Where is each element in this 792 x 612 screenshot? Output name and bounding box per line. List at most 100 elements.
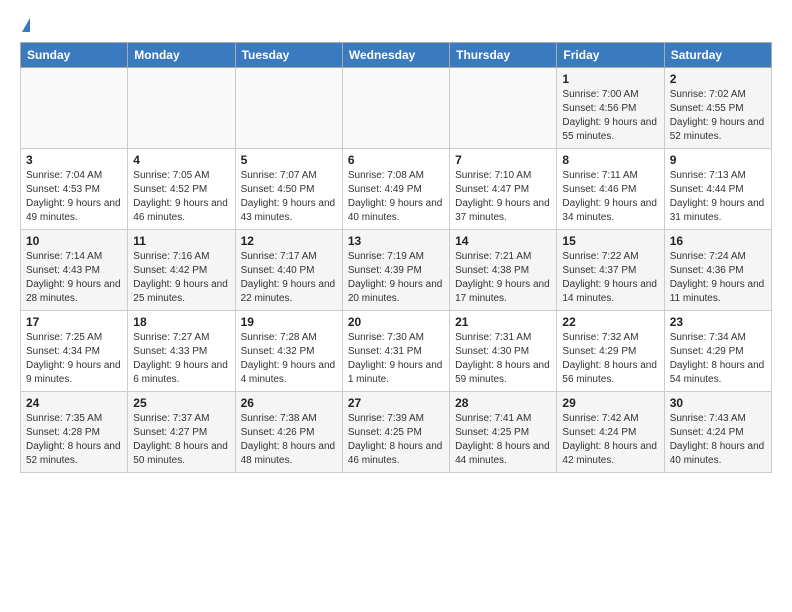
calendar-cell: 16 Sunrise: 7:24 AM Sunset: 4:36 PM Dayli… — [664, 230, 771, 311]
day-info: Sunrise: 7:10 AM Sunset: 4:47 PM Dayligh… — [455, 169, 551, 225]
day-info: Sunrise: 7:31 AM Sunset: 4:30 PM Dayligh… — [455, 331, 551, 387]
calendar-cell: 15 Sunrise: 7:22 AM Sunset: 4:37 PM Dayli… — [557, 230, 664, 311]
day-info: Sunrise: 7:14 AM Sunset: 4:43 PM Dayligh… — [26, 250, 122, 306]
calendar-week-row: 3Sunrise: 7:04 AM Sunset: 4:53 PM Daylig… — [21, 149, 772, 230]
calendar-cell: 6Sunrise: 7:08 AM Sunset: 4:49 PM Daylig… — [342, 149, 449, 230]
day-number: 24 — [26, 396, 122, 410]
calendar-cell: 19 Sunrise: 7:28 AM Sunset: 4:32 PM Dayli… — [235, 311, 342, 392]
day-info: Sunrise: 7:21 AM Sunset: 4:38 PM Dayligh… — [455, 250, 551, 306]
calendar-cell — [342, 68, 449, 149]
calendar-cell: 3Sunrise: 7:04 AM Sunset: 4:53 PM Daylig… — [21, 149, 128, 230]
calendar-cell — [21, 68, 128, 149]
calendar-cell: 8 Sunrise: 7:11 AM Sunset: 4:46 PM Daylig… — [557, 149, 664, 230]
day-number: 9 — [670, 153, 766, 167]
day-info: Sunrise: 7:43 AM Sunset: 4:24 PM Dayligh… — [670, 412, 766, 468]
header — [20, 20, 772, 32]
weekday-header: Wednesday — [342, 43, 449, 68]
day-number: 23 — [670, 315, 766, 329]
calendar-week-row: 17 Sunrise: 7:25 AM Sunset: 4:34 PM Dayli… — [21, 311, 772, 392]
day-number: 5 — [241, 153, 337, 167]
calendar-cell: 1 Sunrise: 7:00 AM Sunset: 4:56 PM Daylig… — [557, 68, 664, 149]
day-info: Sunrise: 7:13 AM Sunset: 4:44 PM Dayligh… — [670, 169, 766, 225]
calendar-cell: 11Sunrise: 7:16 AM Sunset: 4:42 PM Dayli… — [128, 230, 235, 311]
calendar-week-row: 10Sunrise: 7:14 AM Sunset: 4:43 PM Dayli… — [21, 230, 772, 311]
day-number: 25 — [133, 396, 229, 410]
calendar-cell: 22Sunrise: 7:32 AM Sunset: 4:29 PM Dayli… — [557, 311, 664, 392]
day-info: Sunrise: 7:25 AM Sunset: 4:34 PM Dayligh… — [26, 331, 122, 387]
calendar-cell: 21 Sunrise: 7:31 AM Sunset: 4:30 PM Dayli… — [450, 311, 557, 392]
calendar-cell: 10Sunrise: 7:14 AM Sunset: 4:43 PM Dayli… — [21, 230, 128, 311]
calendar-week-row: 24 Sunrise: 7:35 AM Sunset: 4:28 PM Dayli… — [21, 392, 772, 473]
weekday-header: Tuesday — [235, 43, 342, 68]
calendar-cell: 26 Sunrise: 7:38 AM Sunset: 4:26 PM Dayli… — [235, 392, 342, 473]
day-info: Sunrise: 7:41 AM Sunset: 4:25 PM Dayligh… — [455, 412, 551, 468]
calendar-cell: 27 Sunrise: 7:39 AM Sunset: 4:25 PM Dayli… — [342, 392, 449, 473]
weekday-header: Saturday — [664, 43, 771, 68]
day-info: Sunrise: 7:38 AM Sunset: 4:26 PM Dayligh… — [241, 412, 337, 468]
day-info: Sunrise: 7:34 AM Sunset: 4:29 PM Dayligh… — [670, 331, 766, 387]
weekday-header: Thursday — [450, 43, 557, 68]
calendar-cell: 2 Sunrise: 7:02 AM Sunset: 4:55 PM Daylig… — [664, 68, 771, 149]
calendar-cell — [128, 68, 235, 149]
day-info: Sunrise: 7:11 AM Sunset: 4:46 PM Dayligh… — [562, 169, 658, 225]
day-number: 7 — [455, 153, 551, 167]
calendar-cell: 18Sunrise: 7:27 AM Sunset: 4:33 PM Dayli… — [128, 311, 235, 392]
day-number: 12 — [241, 234, 337, 248]
day-number: 8 — [562, 153, 658, 167]
day-info: Sunrise: 7:28 AM Sunset: 4:32 PM Dayligh… — [241, 331, 337, 387]
day-info: Sunrise: 7:39 AM Sunset: 4:25 PM Dayligh… — [348, 412, 444, 468]
day-number: 16 — [670, 234, 766, 248]
day-info: Sunrise: 7:00 AM Sunset: 4:56 PM Dayligh… — [562, 88, 658, 144]
calendar-cell — [235, 68, 342, 149]
day-number: 6 — [348, 153, 444, 167]
calendar-cell: 30 Sunrise: 7:43 AM Sunset: 4:24 PM Dayli… — [664, 392, 771, 473]
day-info: Sunrise: 7:16 AM Sunset: 4:42 PM Dayligh… — [133, 250, 229, 306]
day-info: Sunrise: 7:24 AM Sunset: 4:36 PM Dayligh… — [670, 250, 766, 306]
day-number: 29 — [562, 396, 658, 410]
day-number: 17 — [26, 315, 122, 329]
day-number: 20 — [348, 315, 444, 329]
day-number: 30 — [670, 396, 766, 410]
day-info: Sunrise: 7:37 AM Sunset: 4:27 PM Dayligh… — [133, 412, 229, 468]
day-number: 21 — [455, 315, 551, 329]
day-number: 2 — [670, 72, 766, 86]
day-info: Sunrise: 7:42 AM Sunset: 4:24 PM Dayligh… — [562, 412, 658, 468]
calendar-cell: 28 Sunrise: 7:41 AM Sunset: 4:25 PM Dayli… — [450, 392, 557, 473]
day-info: Sunrise: 7:07 AM Sunset: 4:50 PM Dayligh… — [241, 169, 337, 225]
day-number: 4 — [133, 153, 229, 167]
day-number: 14 — [455, 234, 551, 248]
page: SundayMondayTuesdayWednesdayThursdayFrid… — [0, 0, 792, 483]
day-info: Sunrise: 7:22 AM Sunset: 4:37 PM Dayligh… — [562, 250, 658, 306]
calendar-cell: 23 Sunrise: 7:34 AM Sunset: 4:29 PM Dayli… — [664, 311, 771, 392]
day-info: Sunrise: 7:35 AM Sunset: 4:28 PM Dayligh… — [26, 412, 122, 468]
calendar-header-row: SundayMondayTuesdayWednesdayThursdayFrid… — [21, 43, 772, 68]
day-number: 22 — [562, 315, 658, 329]
calendar-cell: 7 Sunrise: 7:10 AM Sunset: 4:47 PM Daylig… — [450, 149, 557, 230]
calendar-cell — [450, 68, 557, 149]
calendar-cell: 14 Sunrise: 7:21 AM Sunset: 4:38 PM Dayli… — [450, 230, 557, 311]
calendar-cell: 12 Sunrise: 7:17 AM Sunset: 4:40 PM Dayli… — [235, 230, 342, 311]
calendar-cell: 13Sunrise: 7:19 AM Sunset: 4:39 PM Dayli… — [342, 230, 449, 311]
calendar-cell: 4Sunrise: 7:05 AM Sunset: 4:52 PM Daylig… — [128, 149, 235, 230]
calendar-table: SundayMondayTuesdayWednesdayThursdayFrid… — [20, 42, 772, 473]
day-number: 1 — [562, 72, 658, 86]
day-number: 19 — [241, 315, 337, 329]
calendar-cell: 25 Sunrise: 7:37 AM Sunset: 4:27 PM Dayli… — [128, 392, 235, 473]
calendar-week-row: 1 Sunrise: 7:00 AM Sunset: 4:56 PM Daylig… — [21, 68, 772, 149]
day-number: 15 — [562, 234, 658, 248]
day-info: Sunrise: 7:17 AM Sunset: 4:40 PM Dayligh… — [241, 250, 337, 306]
calendar-cell: 17 Sunrise: 7:25 AM Sunset: 4:34 PM Dayli… — [21, 311, 128, 392]
logo — [20, 20, 30, 32]
day-info: Sunrise: 7:02 AM Sunset: 4:55 PM Dayligh… — [670, 88, 766, 144]
day-number: 28 — [455, 396, 551, 410]
day-number: 27 — [348, 396, 444, 410]
calendar-cell: 9 Sunrise: 7:13 AM Sunset: 4:44 PM Daylig… — [664, 149, 771, 230]
calendar-cell: 24 Sunrise: 7:35 AM Sunset: 4:28 PM Dayli… — [21, 392, 128, 473]
weekday-header: Sunday — [21, 43, 128, 68]
day-number: 26 — [241, 396, 337, 410]
day-info: Sunrise: 7:04 AM Sunset: 4:53 PM Dayligh… — [26, 169, 122, 225]
calendar-cell: 20 Sunrise: 7:30 AM Sunset: 4:31 PM Dayli… — [342, 311, 449, 392]
day-info: Sunrise: 7:30 AM Sunset: 4:31 PM Dayligh… — [348, 331, 444, 387]
weekday-header: Friday — [557, 43, 664, 68]
calendar-cell: 5 Sunrise: 7:07 AM Sunset: 4:50 PM Daylig… — [235, 149, 342, 230]
